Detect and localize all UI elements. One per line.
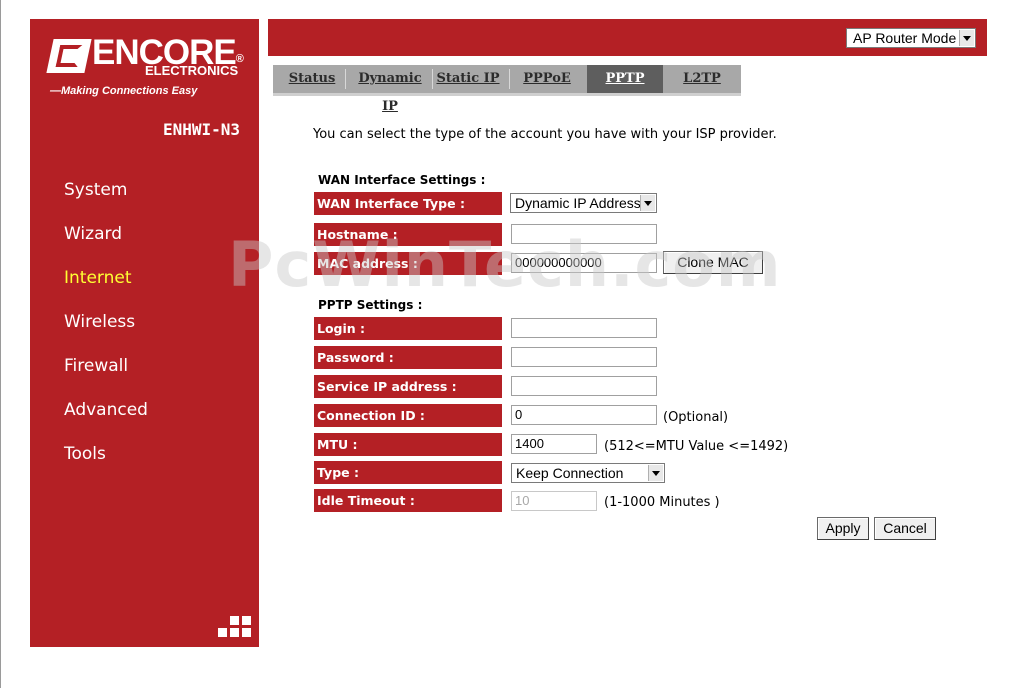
service-ip-input[interactable] <box>511 376 657 396</box>
nav-item-internet[interactable]: Internet <box>64 268 132 288</box>
mtu-input[interactable]: 1400 <box>511 434 597 454</box>
login-label: Login : <box>314 317 502 340</box>
tab-divider <box>345 69 346 89</box>
connection-id-label: Connection ID : <box>314 404 502 427</box>
clone-mac-button[interactable]: Clone MAC <box>663 251 763 274</box>
idle-timeout-input[interactable]: 10 <box>511 491 597 511</box>
wan-type-select[interactable]: Dynamic IP Address <box>510 193 657 213</box>
logo-tagline: —Making Connections Easy <box>50 85 198 97</box>
apply-button[interactable]: Apply <box>817 517 869 540</box>
nav-item-tools[interactable]: Tools <box>64 444 106 464</box>
mtu-hint: (512<=MTU Value <=1492) <box>604 439 789 454</box>
tab-status[interactable]: Status <box>283 65 341 93</box>
mtu-label: MTU : <box>314 433 502 456</box>
grid-icon <box>217 616 251 638</box>
nav-item-firewall[interactable]: Firewall <box>64 356 128 376</box>
chevron-down-icon <box>640 195 655 211</box>
encore-logo: ENCORE® ELECTRONICS —Making Connections … <box>46 33 250 99</box>
window-border <box>0 0 1 688</box>
encore-logo-icon <box>46 39 92 73</box>
hostname-label: Hostname : <box>314 223 502 246</box>
password-label: Password : <box>314 346 502 369</box>
idle-timeout-label: Idle Timeout : <box>314 489 502 512</box>
model-name: ENHWI-N3 <box>162 120 240 139</box>
intro-text: You can select the type of the account y… <box>313 127 777 142</box>
sidebar: ENCORE® ELECTRONICS —Making Connections … <box>30 19 259 647</box>
tab-pptp[interactable]: PPTP <box>587 65 663 93</box>
tab-dynamic-ip[interactable]: Dynamic IP <box>349 65 431 114</box>
mac-address-input[interactable]: 000000000000 <box>511 253 657 273</box>
password-input[interactable] <box>511 347 657 367</box>
nav-item-wizard[interactable]: Wizard <box>64 224 122 244</box>
pptp-section-title: PPTP Settings : <box>318 298 423 312</box>
mode-select-value: AP Router Mode <box>853 30 957 46</box>
service-ip-label: Service IP address : <box>314 375 502 398</box>
mac-address-label: MAC address : <box>314 252 502 275</box>
chevron-down-icon <box>648 465 663 481</box>
connection-type-select[interactable]: Keep Connection <box>511 463 665 483</box>
idle-timeout-hint: (1-1000 Minutes ) <box>604 495 720 510</box>
nav-item-wireless[interactable]: Wireless <box>64 312 135 332</box>
tab-static-ip[interactable]: Static IP <box>435 65 501 93</box>
nav-item-advanced[interactable]: Advanced <box>64 400 148 420</box>
header-bar: AP Router Mode <box>268 19 987 56</box>
hostname-input[interactable] <box>511 224 657 244</box>
tab-divider <box>509 69 510 89</box>
wan-section-title: WAN Interface Settings : <box>318 173 486 187</box>
chevron-down-icon <box>959 30 974 46</box>
connection-type-value: Keep Connection <box>516 465 624 481</box>
tab-pppoe[interactable]: PPPoE <box>513 65 581 93</box>
logo-sub: ELECTRONICS <box>145 63 239 78</box>
tab-divider <box>432 69 433 89</box>
wan-type-value: Dynamic IP Address <box>515 195 641 211</box>
tab-l2tp[interactable]: L2TP <box>669 65 735 93</box>
nav-item-system[interactable]: System <box>64 180 127 200</box>
cancel-button[interactable]: Cancel <box>874 517 936 540</box>
wan-type-label: WAN Interface Type : <box>314 192 502 215</box>
type-label: Type : <box>314 461 502 484</box>
connection-id-input[interactable]: 0 <box>511 405 657 425</box>
tab-bar: Status Dynamic IP Static IP PPPoE PPTP L… <box>273 65 741 114</box>
login-input[interactable] <box>511 318 657 338</box>
mode-select[interactable]: AP Router Mode <box>846 28 976 48</box>
connection-id-hint: (Optional) <box>663 410 729 425</box>
